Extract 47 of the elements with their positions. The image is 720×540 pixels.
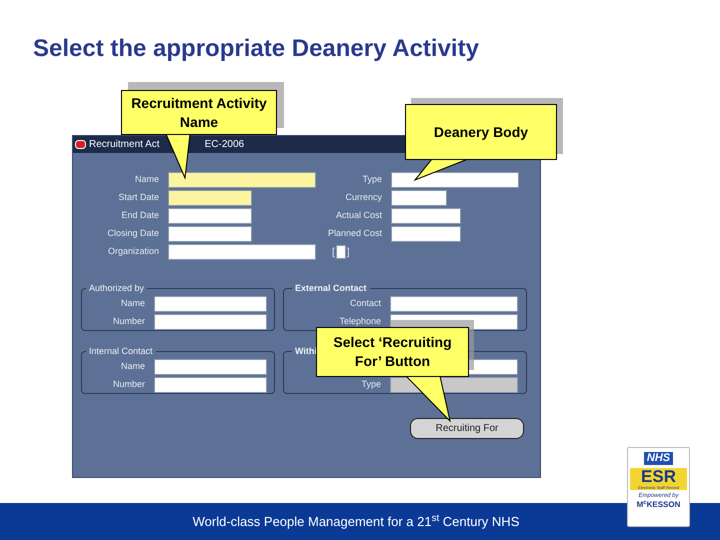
input-field[interactable] (168, 244, 316, 260)
field-label: Type (361, 173, 382, 186)
field-label: Number (112, 378, 145, 391)
input-field[interactable] (154, 314, 267, 330)
field-label: Number (112, 314, 145, 328)
group-legend: Internal Contact (86, 345, 156, 358)
callout-pointer (165, 134, 191, 180)
input-field[interactable] (390, 296, 518, 312)
field-label: Type (360, 378, 381, 391)
checkbox[interactable] (336, 245, 346, 259)
field-label: Actual Cost (334, 209, 382, 222)
field-label: Organization (106, 245, 159, 258)
company-logo: M$^{c}$KESSON (636, 500, 680, 510)
input-field[interactable] (154, 358, 267, 374)
field-label: Telephone (338, 314, 381, 328)
nhs-logo: NHS (644, 452, 674, 465)
field-label: Start Date (117, 191, 159, 204)
input-field[interactable] (168, 226, 252, 242)
field-label: End Date (120, 209, 159, 222)
input-field[interactable] (154, 376, 267, 392)
window-title: Recruitment Act (89, 138, 160, 152)
field-label: Name (120, 360, 145, 373)
bracket: ] (346, 246, 350, 260)
input-field[interactable] (154, 296, 267, 312)
field-label: Name (134, 173, 159, 186)
esr-logo: ESR (641, 468, 676, 485)
input-field[interactable] (168, 172, 316, 188)
input-field[interactable] (391, 190, 447, 206)
field-label: Currency (344, 191, 382, 204)
callout-pointer (404, 376, 451, 423)
field-label: Closing Date (106, 227, 159, 240)
input-field[interactable] (391, 226, 461, 242)
field-label: Name (120, 296, 145, 310)
input-field[interactable] (168, 208, 252, 224)
app-icon (75, 140, 86, 149)
group-legend: Authorized by (86, 282, 148, 296)
slide-title: Select the appropriate Deanery Activity (33, 34, 479, 64)
group-legend: External Contact (292, 282, 370, 296)
field-label: Contact (348, 296, 381, 310)
window-title: EC-2006 (204, 138, 244, 152)
footer-text: World-class People Management for a 21$^{st}$ Century NHS (192, 512, 520, 531)
bracket: [ (332, 246, 335, 260)
recruiting-for-button[interactable]: Recruiting For (410, 418, 524, 439)
field-label: Planned Cost (326, 227, 382, 240)
input-field[interactable] (391, 208, 461, 224)
input-field[interactable] (391, 172, 519, 188)
input-field[interactable] (168, 190, 252, 206)
